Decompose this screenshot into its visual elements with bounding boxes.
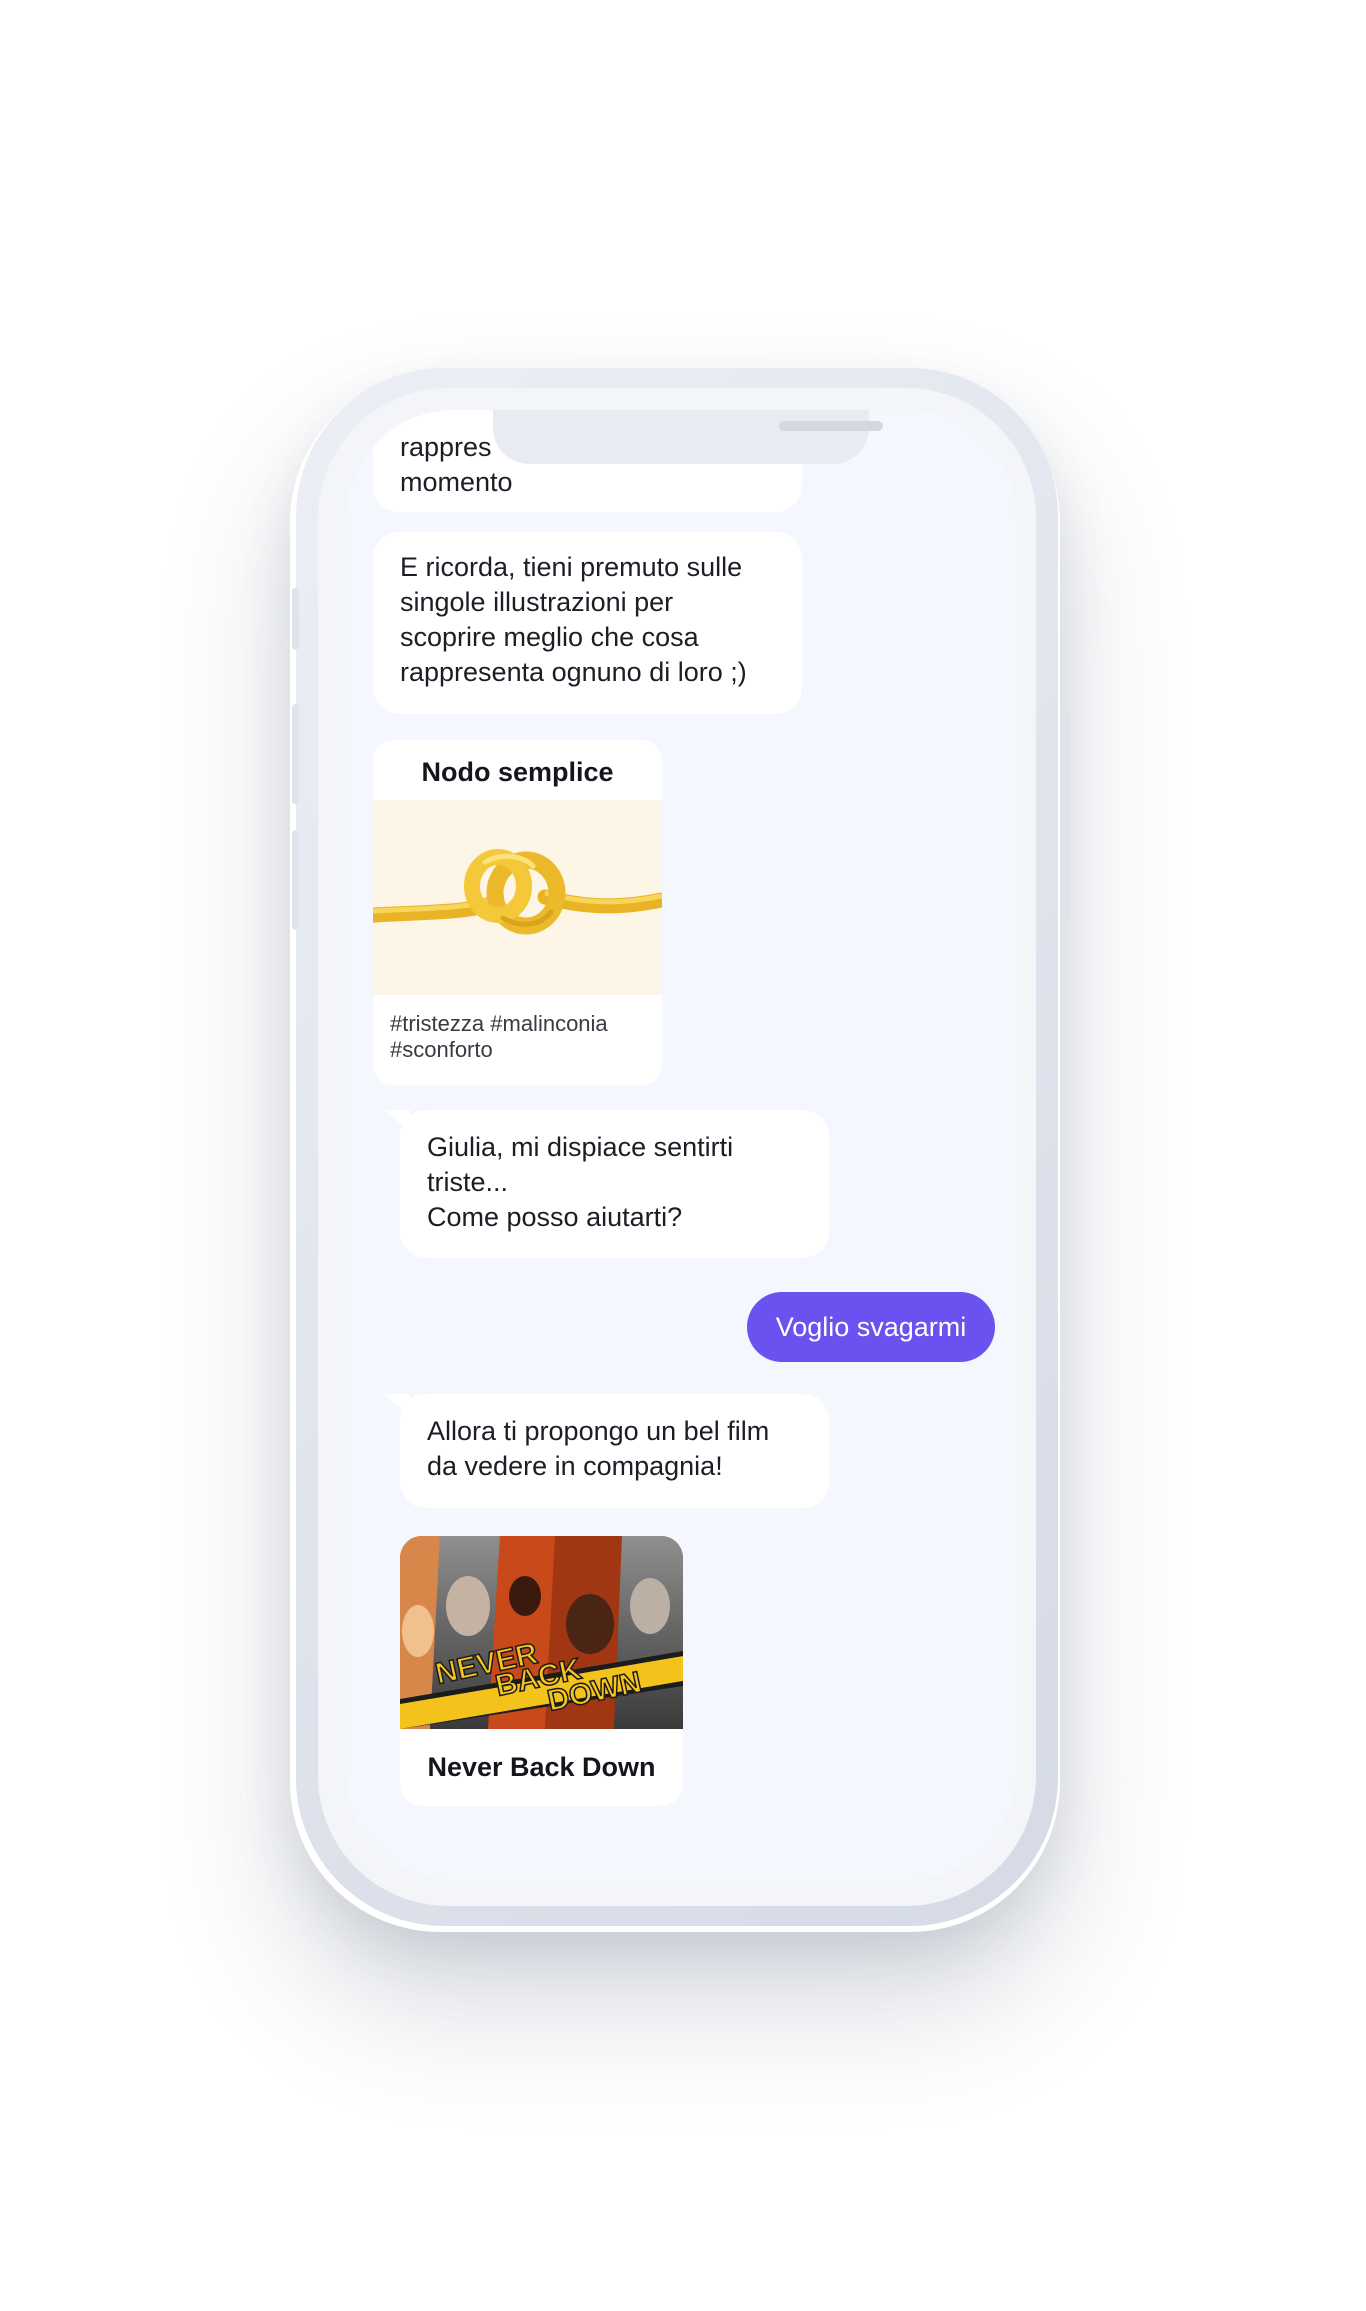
message-line: Allora ti propongo un bel film — [427, 1416, 770, 1446]
bubble-tail — [384, 1394, 410, 1416]
card-tags: #tristezza #malinconia #sconforto — [390, 1011, 650, 1063]
bot-message: E ricorda, tieni premuto sulle singole i… — [373, 532, 802, 714]
bubble-tail — [384, 1110, 410, 1132]
illustration-card[interactable]: Nodo semplice #tristezza #malinconia #sc… — [373, 740, 662, 1085]
message-line: singole illustrazioni per — [400, 587, 674, 617]
tag-line: #tristezza #malinconia — [390, 1011, 608, 1036]
message-line: triste... — [427, 1167, 509, 1197]
tag-line: #sconforto — [390, 1037, 493, 1062]
message-line: da vedere in compagnia! — [427, 1451, 723, 1481]
message-line: Come posso aiutarti? — [427, 1202, 683, 1232]
yellow-knot-icon[interactable] — [373, 800, 662, 995]
card-title: Nodo semplice — [421, 757, 614, 787]
chat-screen[interactable]: rappres momento E ricorda, tieni premuto… — [346, 410, 1016, 1880]
volume-up-button — [292, 704, 299, 804]
message-line: rappresenta ognuno di loro ;) — [400, 657, 747, 687]
volume-down-button — [292, 830, 299, 930]
movie-card[interactable]: NEVER BACK DOWN Never Back Down — [400, 1536, 683, 1806]
phone-notch — [493, 410, 883, 464]
message-line: momento — [400, 467, 513, 497]
power-button — [1063, 712, 1070, 922]
movie-poster[interactable]: NEVER BACK DOWN — [400, 1536, 683, 1729]
bot-message: Giulia, mi dispiace sentirti triste... C… — [384, 1110, 829, 1258]
mute-switch — [292, 588, 299, 650]
message-line: E ricorda, tieni premuto sulle — [400, 552, 743, 582]
bot-message: Allora ti propongo un bel film da vedere… — [384, 1394, 829, 1508]
speaker-grille — [779, 421, 883, 431]
message-line: scoprire meglio che cosa — [400, 622, 699, 652]
movie-title: Never Back Down — [427, 1752, 656, 1782]
user-message: Voglio svagarmi — [747, 1292, 995, 1362]
message-line: Giulia, mi dispiace sentirti — [427, 1132, 734, 1162]
